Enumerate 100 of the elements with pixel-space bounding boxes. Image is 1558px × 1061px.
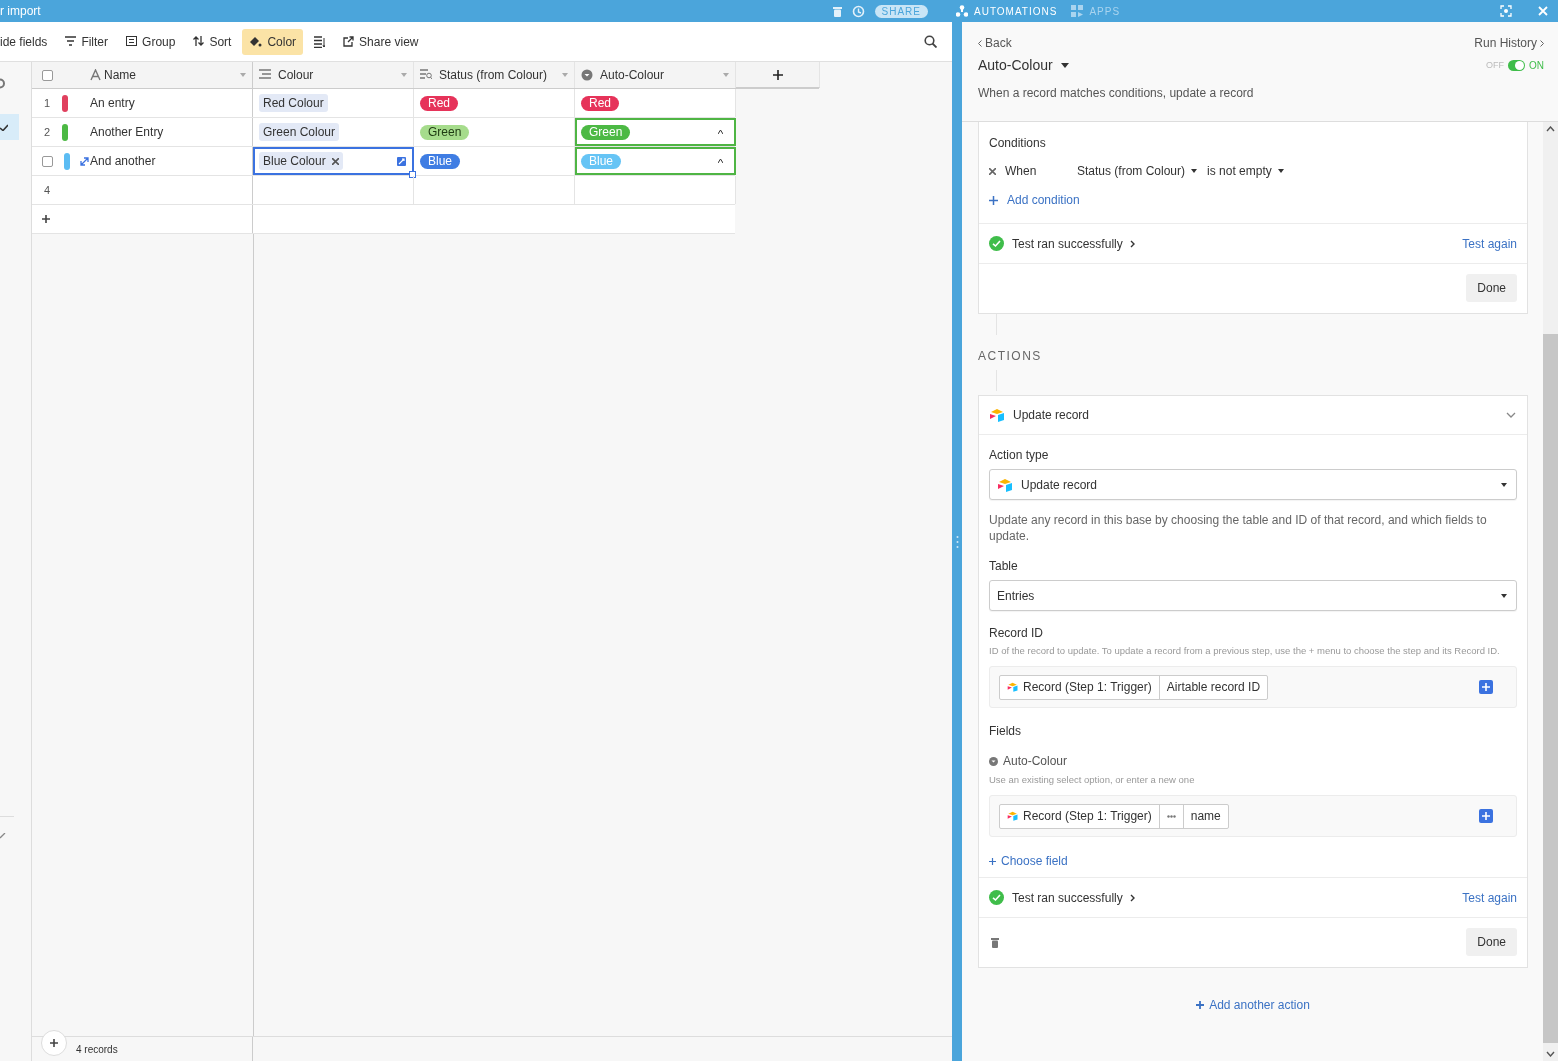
lookup-icon: [420, 69, 432, 81]
cube-logo-icon: [997, 477, 1013, 492]
dropdown-caret-icon: [562, 73, 568, 77]
record-name: An entry: [90, 96, 135, 110]
test-result-link[interactable]: Test ran successfully: [1012, 236, 1135, 251]
toolbar-button[interactable]: Filter: [58, 28, 116, 55]
column-title: Auto-Colour: [600, 68, 665, 82]
more-icon: [1166, 814, 1176, 818]
choose-field-link[interactable]: Choose field: [989, 854, 1068, 868]
token-input[interactable]: Record (Step 1: Trigger) Airtable record ID: [989, 666, 1517, 708]
token-input[interactable]: Record (Step 1: Trigger) name: [989, 795, 1517, 837]
add-action-link[interactable]: Add another action: [1196, 998, 1310, 1012]
toolbar-button[interactable]: Color: [242, 28, 304, 55]
linked-record-chip[interactable]: Green Colour: [259, 123, 340, 141]
close-icon: [1538, 6, 1548, 16]
linked-record-chip[interactable]: Red Colour: [259, 94, 328, 112]
scrollbar[interactable]: [1543, 122, 1558, 1061]
toolbar-button[interactable]: Group: [119, 28, 183, 55]
row-height-icon: [314, 35, 326, 48]
action-help-text: Update any record in this base by choosing the table and ID of that record, and which fields to update.: [989, 512, 1488, 544]
dropdown-caret-icon: [1277, 169, 1284, 173]
plus-icon: [1482, 683, 1490, 691]
row-number: 2: [42, 126, 52, 138]
add-button[interactable]: [41, 1030, 67, 1056]
history-icon: [851, 4, 865, 18]
checkbox[interactable]: [42, 69, 53, 81]
record-token: Record (Step 1: Trigger): [1023, 809, 1152, 823]
add-column-icon: [772, 69, 783, 80]
dropdown-caret-icon: [723, 73, 729, 77]
trash-icon: [832, 5, 842, 17]
section-title: Conditions: [989, 136, 1046, 150]
share-icon: [343, 35, 355, 48]
automation-name-dropdown[interactable]: Auto-Colour: [978, 57, 1069, 73]
text-field-icon: [90, 69, 102, 81]
toolbar-button[interactable]: ide fields: [0, 28, 55, 55]
chevron-down-icon: [1546, 1051, 1555, 1057]
record-count: 4 records: [76, 1043, 118, 1055]
off-label: OFF: [1486, 60, 1504, 70]
option-pill[interactable]: Red: [581, 95, 619, 111]
fill-handle[interactable]: [409, 171, 416, 178]
plus-icon: [989, 195, 998, 205]
field-label: Record ID: [989, 626, 1045, 640]
success-check-icon: [989, 890, 1004, 905]
remove-icon: [331, 157, 339, 165]
field-name: Auto-Colour: [1003, 754, 1068, 768]
expand-icon: [80, 156, 89, 166]
group-icon: [126, 35, 138, 48]
section-heading: ACTIONS: [978, 349, 1043, 363]
plus-icon: [42, 215, 50, 223]
insert-button[interactable]: [1479, 809, 1493, 823]
caret-up-icon: [718, 159, 723, 163]
record-token: Record (Step 1: Trigger): [1023, 680, 1152, 694]
back-link[interactable]: Back: [978, 36, 1012, 50]
table-select[interactable]: Entries: [989, 580, 1517, 611]
test-again-link[interactable]: Test again: [1462, 890, 1517, 905]
on-label: ON: [1529, 59, 1544, 71]
filter-icon: [65, 35, 77, 48]
toggle-switch[interactable]: [1508, 59, 1525, 71]
delete-button[interactable]: [991, 936, 999, 948]
dropdown-caret-icon: [1060, 62, 1069, 68]
insert-button[interactable]: [1479, 680, 1493, 694]
field-dropdown[interactable]: Status (from Colour): [1077, 164, 1198, 178]
checkbox[interactable]: [42, 155, 53, 167]
chevron-right-icon: [1540, 39, 1544, 47]
toolbar-button[interactable]: Sort: [186, 28, 239, 55]
linked-record-chip[interactable]: Blue Colour: [259, 152, 343, 170]
column-title: Name: [104, 68, 136, 82]
done-button[interactable]: Done: [1466, 928, 1517, 956]
remove-condition-button[interactable]: [989, 167, 996, 175]
linked-record-icon: [259, 69, 271, 81]
status-pill: Blue: [420, 153, 461, 169]
column-title: Status (from Colour): [439, 68, 548, 82]
column-title: Colour: [278, 68, 314, 82]
add-condition-link[interactable]: Add condition: [989, 193, 1080, 207]
base-title: r import: [0, 4, 41, 18]
plus-icon: [1482, 812, 1490, 820]
action-type-select[interactable]: Update record: [989, 469, 1517, 500]
record-name: Another Entry: [90, 125, 164, 139]
row-number: 1: [42, 97, 52, 109]
chevron-right-icon: [1129, 239, 1135, 248]
automation-description: When a record matches conditions, update a record: [978, 86, 1255, 100]
sidebar-item[interactable]: [0, 114, 19, 140]
select-field-icon: [581, 69, 593, 81]
test-again-link[interactable]: Test again: [1462, 236, 1517, 251]
action-header[interactable]: Update record: [979, 396, 1527, 435]
test-result-link[interactable]: Test ran successfully: [1012, 890, 1135, 905]
select-field-icon: [989, 756, 998, 766]
run-history-link[interactable]: Run History: [1474, 36, 1544, 50]
toolbar-button[interactable]: Share view: [336, 28, 426, 55]
row-number: 4: [42, 184, 52, 196]
status-pill: Green: [420, 124, 470, 140]
search-icon: [924, 35, 937, 48]
resize-handle-icon: [955, 534, 959, 549]
field-token: Airtable record ID: [1166, 680, 1261, 694]
field-token: name: [1190, 809, 1221, 823]
plus-icon: [50, 1039, 58, 1047]
done-button[interactable]: Done: [1466, 274, 1517, 302]
expand-icon: [397, 156, 406, 166]
operator-dropdown[interactable]: is not empty: [1207, 164, 1284, 178]
plus-icon: [1196, 1001, 1205, 1009]
